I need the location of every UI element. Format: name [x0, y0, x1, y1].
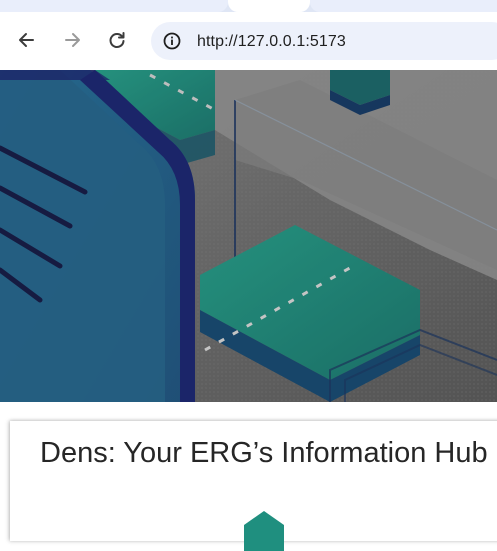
intro-card: Dens: Your ERG’s Information Hub	[10, 421, 497, 551]
forward-button[interactable]	[60, 28, 84, 52]
hero-banner	[0, 70, 497, 402]
hero-illustration	[0, 70, 497, 402]
reload-icon	[109, 32, 125, 48]
url-text[interactable]: http://127.0.0.1:5173	[197, 33, 346, 51]
info-icon[interactable]	[163, 32, 181, 50]
teal-shape-icon	[244, 511, 284, 551]
address-bar[interactable]: http://127.0.0.1:5173	[151, 22, 497, 60]
browser-chrome: http://127.0.0.1:5173	[0, 0, 497, 70]
arrow-right-icon	[65, 33, 80, 47]
tab-strip	[0, 0, 497, 12]
reload-button[interactable]	[105, 28, 129, 52]
tab-separator	[228, 0, 310, 12]
back-button[interactable]	[15, 28, 39, 52]
arrow-left-icon	[19, 33, 34, 47]
browser-tab[interactable]	[0, 0, 228, 12]
page-title: Dens: Your ERG’s Information Hub	[40, 437, 488, 469]
browser-tab[interactable]	[310, 0, 497, 12]
